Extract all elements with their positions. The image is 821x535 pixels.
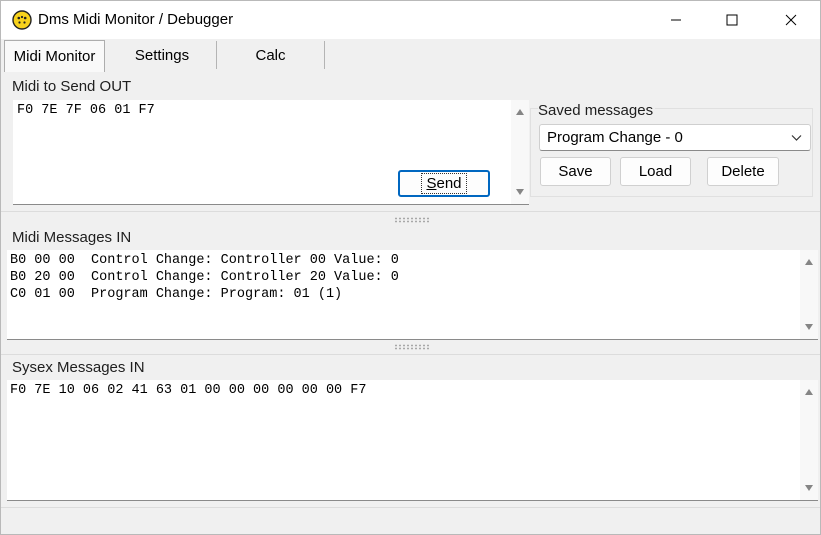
- midi-in-scrollbar[interactable]: [800, 250, 818, 339]
- load-button-label: Load: [638, 163, 673, 180]
- sysex-in-scrollbar[interactable]: [800, 380, 818, 500]
- send-mnemonic: S: [426, 175, 437, 192]
- tab-midi-monitor[interactable]: Midi Monitor: [4, 40, 105, 72]
- tab-calc[interactable]: Calc: [217, 39, 324, 71]
- delete-button[interactable]: Delete: [707, 157, 779, 186]
- send-label-text: end: [436, 175, 462, 192]
- sysex-in-line: F0 7E 10 06 02 41 63 01 00 00 00 00 00 0…: [10, 383, 367, 398]
- midi-in-label: Midi Messages IN: [12, 229, 132, 246]
- scroll-down-icon[interactable]: [805, 324, 813, 330]
- splitter-grip[interactable]: [394, 344, 430, 350]
- tab-label: Settings: [134, 46, 190, 64]
- maximize-button[interactable]: [703, 1, 761, 39]
- midi-in-line: B0 20 00 Control Change: Controller 20 V…: [10, 270, 399, 285]
- main-window: Dms Midi Monitor / Debugger Midi Monitor…: [0, 0, 821, 535]
- maximize-icon: [726, 14, 738, 26]
- send-out-text: F0 7E 7F 06 01 F7: [17, 103, 155, 118]
- sysex-in-label: Sysex Messages IN: [12, 359, 145, 376]
- load-button[interactable]: Load: [620, 157, 691, 186]
- divider: [1, 211, 820, 212]
- close-icon: [785, 14, 797, 26]
- tab-strip: Midi Monitor Settings Calc: [1, 39, 820, 72]
- tab-separator: [324, 41, 325, 69]
- send-button-label: Send: [421, 173, 467, 194]
- send-out-label: Midi to Send OUT: [12, 78, 132, 95]
- title-bar[interactable]: Dms Midi Monitor / Debugger: [1, 1, 820, 39]
- scroll-up-icon[interactable]: [516, 109, 524, 115]
- scroll-down-icon[interactable]: [805, 485, 813, 491]
- chevron-down-icon: [791, 135, 802, 141]
- saved-messages-select[interactable]: Program Change - 0: [539, 124, 811, 151]
- close-button[interactable]: [762, 1, 820, 39]
- sysex-in-textbox[interactable]: F0 7E 10 06 02 41 63 01 00 00 00 00 00 0…: [7, 380, 818, 501]
- splitter-grip[interactable]: [394, 217, 430, 223]
- scroll-up-icon[interactable]: [805, 259, 813, 265]
- send-button[interactable]: Send: [398, 170, 490, 197]
- midi-in-line: B0 00 00 Control Change: Controller 00 V…: [10, 253, 399, 268]
- save-button-label: Save: [558, 163, 593, 180]
- saved-messages-value: Program Change - 0: [547, 129, 683, 146]
- minimize-button[interactable]: [647, 1, 705, 39]
- delete-button-label: Delete: [721, 163, 765, 180]
- status-bar: [1, 508, 820, 534]
- scroll-down-icon[interactable]: [516, 189, 524, 195]
- send-out-scrollbar[interactable]: [511, 100, 529, 204]
- scroll-up-icon[interactable]: [805, 389, 813, 395]
- smiley-app-icon: [12, 10, 32, 30]
- save-button[interactable]: Save: [540, 157, 611, 186]
- divider: [1, 354, 820, 355]
- saved-messages-label: Saved messages: [538, 102, 656, 119]
- window-title: Dms Midi Monitor / Debugger: [38, 11, 234, 28]
- tab-label: Midi Monitor: [13, 48, 96, 65]
- midi-in-textbox[interactable]: B0 00 00 Control Change: Controller 00 V…: [7, 250, 818, 340]
- midi-in-line: C0 01 00 Program Change: Program: 01 (1): [10, 287, 343, 302]
- minimize-icon: [671, 19, 681, 21]
- tab-label: Calc: [255, 46, 286, 64]
- tab-settings[interactable]: Settings: [108, 39, 216, 71]
